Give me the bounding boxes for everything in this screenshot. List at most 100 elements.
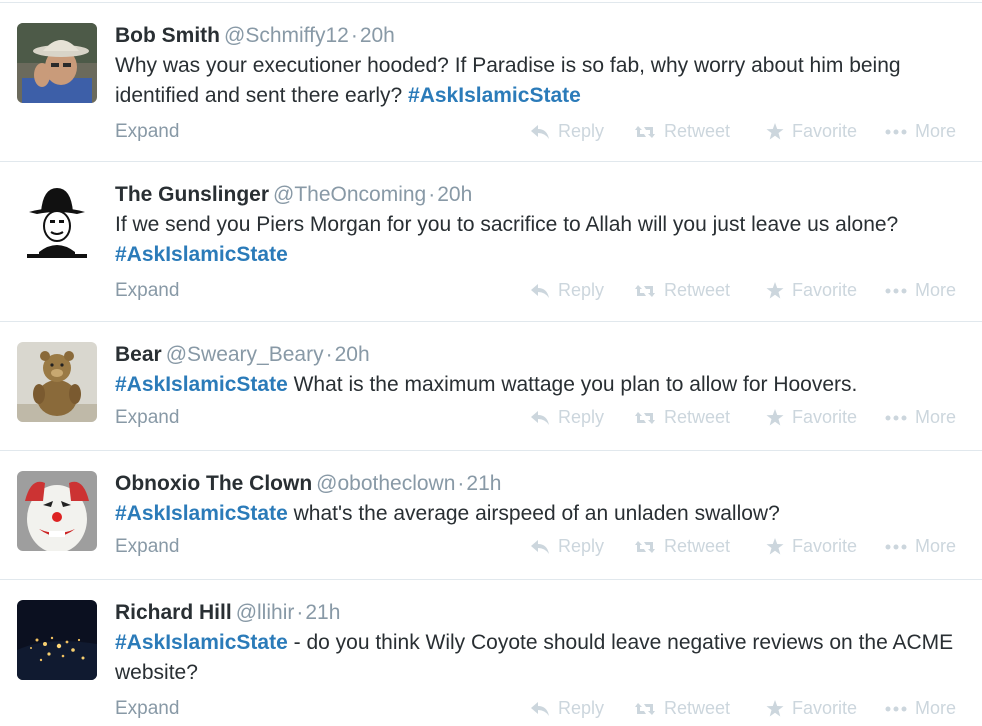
more-dots-icon — [885, 288, 907, 294]
reply-label: Reply — [558, 121, 605, 141]
expand-link[interactable]: Expand — [115, 280, 179, 302]
retweet-button[interactable]: Retweet — [634, 698, 730, 719]
tweet-text: #AskIslamicState - do you think Wily Coy… — [115, 628, 965, 688]
favorite-label: Favorite — [792, 280, 858, 300]
retweet-button[interactable]: Retweet — [634, 536, 730, 557]
retweet-icon — [634, 410, 656, 426]
tweet-actions: Reply Retweet Favorite More — [530, 698, 970, 724]
author-fullname[interactable]: Bear — [115, 343, 162, 366]
expand-link[interactable]: Expand — [115, 121, 179, 143]
hashtag-link[interactable]: #AskIslamicState — [408, 84, 581, 107]
more-label: More — [915, 121, 957, 141]
tweet-text-segment: What is the maximum wattage you plan to … — [287, 373, 858, 396]
author-fullname[interactable]: Obnoxio The Clown — [115, 472, 312, 495]
more-button[interactable]: More — [885, 121, 956, 142]
tweet[interactable]: Bob Smith @Schmiffy12·20h Why was your ex… — [0, 3, 982, 162]
more-dots-icon — [885, 129, 907, 135]
retweet-button[interactable]: Retweet — [634, 121, 730, 142]
tweet-timestamp[interactable]: 21h — [305, 601, 340, 624]
author-username[interactable]: @obotheclown — [316, 472, 455, 495]
reply-button[interactable]: Reply — [530, 280, 604, 301]
separator: · — [457, 472, 465, 495]
favorite-button[interactable]: Favorite — [766, 407, 857, 428]
more-dots-icon — [885, 706, 907, 712]
tweet-timestamp[interactable]: 21h — [466, 472, 501, 495]
expand-link[interactable]: Expand — [115, 698, 179, 720]
reply-icon — [530, 539, 550, 555]
reply-button[interactable]: Reply — [530, 121, 604, 142]
more-dots-icon — [885, 544, 907, 550]
reply-button[interactable]: Reply — [530, 407, 604, 428]
tweet-timestamp[interactable]: 20h — [335, 343, 370, 366]
reply-label: Reply — [558, 536, 605, 556]
separator: · — [325, 343, 333, 366]
tweet[interactable]: Obnoxio The Clown @obotheclown·21h #AskIs… — [0, 451, 982, 580]
author-fullname[interactable]: Bob Smith — [115, 24, 220, 47]
star-icon — [766, 409, 784, 426]
tweet-timestamp[interactable]: 20h — [437, 183, 472, 206]
author-username[interactable]: @llihir — [236, 601, 295, 624]
retweet-label: Retweet — [664, 280, 731, 300]
author-fullname[interactable]: The Gunslinger — [115, 183, 269, 206]
hashtag-link[interactable]: #AskIslamicState — [115, 243, 288, 266]
hashtag-link[interactable]: #AskIslamicState — [115, 502, 288, 525]
hashtag-link[interactable]: #AskIslamicState — [115, 631, 288, 654]
tweet[interactable]: Richard Hill @llihir·21h #AskIslamicState… — [0, 580, 982, 726]
favorite-button[interactable]: Favorite — [766, 536, 857, 557]
tweet-actions: Reply Retweet Favorite More — [530, 121, 970, 147]
reply-icon — [530, 410, 550, 426]
reply-button[interactable]: Reply — [530, 698, 604, 719]
tweet-text: #AskIslamicState What is the maximum wat… — [115, 370, 965, 400]
retweet-label: Retweet — [664, 536, 731, 556]
tweet-timestamp[interactable]: 20h — [360, 24, 395, 47]
retweet-label: Retweet — [664, 407, 731, 427]
favorite-button[interactable]: Favorite — [766, 698, 857, 719]
tweet-text-segment: If we send you Piers Morgan for you to s… — [115, 213, 899, 236]
author-fullname[interactable]: Richard Hill — [115, 601, 232, 624]
more-button[interactable]: More — [885, 698, 956, 719]
author-username[interactable]: @TheOncoming — [273, 183, 426, 206]
reply-icon — [530, 124, 550, 140]
favorite-label: Favorite — [792, 698, 858, 718]
favorite-button[interactable]: Favorite — [766, 121, 857, 142]
avatar[interactable] — [17, 342, 97, 422]
more-dots-icon — [885, 415, 907, 421]
more-label: More — [915, 536, 957, 556]
favorite-label: Favorite — [792, 121, 858, 141]
retweet-icon — [634, 124, 656, 140]
avatar[interactable] — [17, 182, 97, 262]
avatar[interactable] — [17, 600, 97, 680]
retweet-icon — [634, 701, 656, 717]
tweet-text: #AskIslamicState what's the average airs… — [115, 499, 965, 529]
avatar[interactable] — [17, 23, 97, 103]
retweet-label: Retweet — [664, 698, 731, 718]
more-button[interactable]: More — [885, 280, 956, 301]
author-username[interactable]: @Schmiffy12 — [224, 24, 349, 47]
tweet[interactable]: The Gunslinger @TheOncoming·20h If we sen… — [0, 162, 982, 322]
more-label: More — [915, 280, 957, 300]
tweet[interactable]: Bear @Sweary_Beary·20h #AskIslamicState W… — [0, 322, 982, 451]
favorite-label: Favorite — [792, 407, 858, 427]
expand-link[interactable]: Expand — [115, 536, 179, 558]
tweet-text: Why was your executioner hooded? If Para… — [115, 51, 965, 111]
hashtag-link[interactable]: #AskIslamicState — [115, 373, 288, 396]
more-button[interactable]: More — [885, 407, 956, 428]
author-username[interactable]: @Sweary_Beary — [166, 343, 324, 366]
favorite-button[interactable]: Favorite — [766, 280, 857, 301]
star-icon — [766, 700, 784, 717]
more-button[interactable]: More — [885, 536, 956, 557]
reply-label: Reply — [558, 280, 605, 300]
reply-button[interactable]: Reply — [530, 536, 604, 557]
expand-link[interactable]: Expand — [115, 407, 179, 429]
tweet-actions: Reply Retweet Favorite More — [530, 536, 970, 562]
avatar[interactable] — [17, 471, 97, 551]
tweet-text: If we send you Piers Morgan for you to s… — [115, 210, 965, 270]
retweet-button[interactable]: Retweet — [634, 407, 730, 428]
retweet-button[interactable]: Retweet — [634, 280, 730, 301]
reply-icon — [530, 701, 550, 717]
retweet-icon — [634, 283, 656, 299]
separator: · — [428, 183, 436, 206]
retweet-icon — [634, 539, 656, 555]
star-icon — [766, 123, 784, 140]
star-icon — [766, 538, 784, 555]
